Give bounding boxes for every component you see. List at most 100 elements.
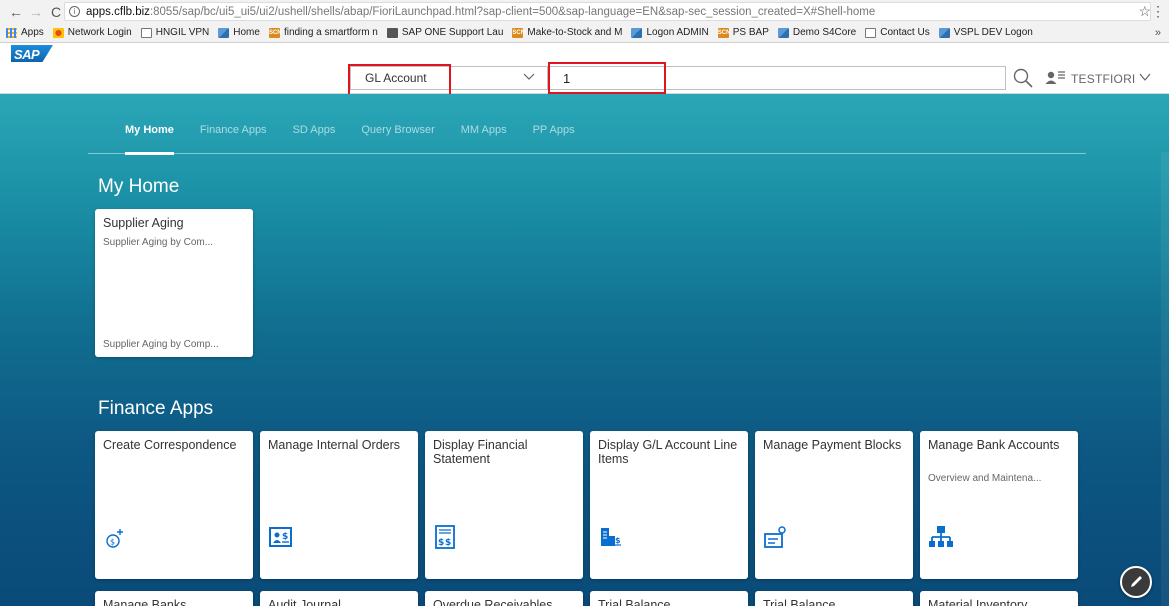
tile-subtitle: Supplier Aging by Com... [103, 237, 214, 248]
scn-icon: SCN [717, 27, 731, 38]
bookmark-star-icon[interactable]: ☆ [1138, 3, 1151, 20]
sap-icon [777, 27, 789, 38]
tile-title: Overdue Receivables [433, 598, 553, 606]
tile-title: Manage Internal Orders [268, 438, 401, 452]
tile-display-financial-statement[interactable]: Display Financial Statement $ $ [425, 431, 583, 579]
user-menu[interactable]: TESTFIORI [1045, 69, 1151, 88]
bookmark-apps[interactable]: Apps [6, 27, 44, 38]
reload-icon[interactable]: C [46, 4, 66, 20]
tile-trial-balance[interactable]: Trial Balance [590, 591, 748, 606]
tile-title: Create Correspondence [103, 438, 237, 452]
internal-order-icon: $ [268, 524, 294, 550]
chevron-down-icon [1139, 72, 1151, 85]
tile-title: Manage Bank Accounts [928, 438, 1060, 452]
payment-block-icon [763, 524, 789, 550]
tile-title: Manage Payment Blocks [763, 438, 902, 452]
svg-text:$: $ [445, 538, 451, 548]
group-title-finance-apps: Finance Apps [98, 398, 214, 419]
scn-icon: SCN [268, 27, 282, 38]
apps-grid-icon [6, 27, 17, 38]
bookmark-network-login[interactable]: Network Login [52, 27, 132, 38]
tile-title: Display G/L Account Line Items [598, 438, 738, 466]
sap-icon [631, 27, 643, 38]
search-icon[interactable] [1012, 67, 1034, 89]
bookmark-sap-one-support[interactable]: SAP ONE Support Lau [386, 27, 503, 38]
address-bar[interactable]: i apps.cflb.biz:8055/sap/bc/ui5_ui5/ui2/… [64, 2, 1151, 21]
bookmark-contact-us[interactable]: Contact Us [865, 27, 930, 38]
bookmark-ps-bap[interactable]: SCN PS BAP [717, 27, 769, 38]
svg-text:$: $ [282, 532, 288, 542]
search-scope-value: GL Account [365, 71, 427, 85]
pencil-icon [1131, 576, 1142, 587]
launchpad: My Home Finance Apps SD Apps Query Brows… [0, 94, 1169, 606]
tile-manage-payment-blocks[interactable]: Manage Payment Blocks [755, 431, 913, 579]
tile-manage-internal-orders[interactable]: Manage Internal Orders $ [260, 431, 418, 579]
page-icon [140, 27, 152, 38]
bookmark-hngil-vpn[interactable]: HNGIL VPN [140, 27, 209, 38]
anchor-tab-bar: My Home Finance Apps SD Apps Query Brows… [88, 118, 1086, 155]
tab-query-browser[interactable]: Query Browser [361, 118, 434, 154]
tab-pp-apps[interactable]: PP Apps [533, 118, 575, 154]
search-scope-select[interactable]: GL Account [350, 66, 548, 90]
svg-text:$: $ [615, 536, 621, 545]
shell-header: GL Account TESTFIORI [0, 62, 1169, 94]
tile-title: Material Inventory [928, 598, 1028, 606]
sap-icon [218, 27, 230, 38]
tile-title: Trial Balance [598, 598, 671, 606]
tile-title: Manage Banks [103, 598, 187, 606]
sap-icon [938, 27, 950, 38]
back-arrow-icon[interactable]: ← [6, 4, 26, 20]
tab-sd-apps[interactable]: SD Apps [293, 118, 336, 154]
browser-menu-icon[interactable]: ⋮ [1151, 3, 1165, 20]
chevron-down-icon [523, 70, 535, 87]
tile-manage-bank-accounts[interactable]: Manage Bank Accounts Overview and Mainte… [920, 431, 1078, 579]
tile-title: Trial Balance [763, 598, 836, 606]
tile-footer: Supplier Aging by Comp... [103, 339, 219, 350]
scn-icon: SCN [512, 27, 526, 38]
bookmark-home[interactable]: Home [218, 27, 260, 38]
forward-arrow-icon[interactable]: → [26, 4, 46, 20]
shell-top-spacer: SAP [0, 43, 1169, 64]
bookmarks-more-icon[interactable]: » [1155, 27, 1161, 39]
tile-supplier-aging[interactable]: Supplier Aging Supplier Aging by Com... … [95, 209, 253, 357]
tile-audit-journal[interactable]: Audit Journal [260, 591, 418, 606]
browser-toolbar: ← → C i apps.cflb.biz:8055/sap/bc/ui5_ui… [0, 0, 1169, 23]
tile-title: Audit Journal [268, 598, 341, 606]
page-icon [865, 27, 877, 38]
tile-create-correspondence[interactable]: Create Correspondence $ [95, 431, 253, 579]
group-title-my-home: My Home [98, 176, 180, 197]
bookmark-make-to-stock[interactable]: SCN Make-to-Stock and M [512, 27, 622, 38]
bookmark-smartform[interactable]: SCN finding a smartform n [268, 27, 378, 38]
bookmarks-bar: Apps Network Login HNGIL VPN Home SCN fin… [0, 23, 1169, 43]
tile-title: Supplier Aging [103, 216, 184, 230]
gl-line-items-icon: $ [598, 524, 624, 550]
search-input[interactable] [548, 66, 1006, 90]
bookmark-vspl-dev-logon[interactable]: VSPL DEV Logon [938, 27, 1033, 38]
tile-title: Display Financial Statement [433, 438, 528, 466]
financial-statement-icon: $ $ [433, 524, 459, 550]
tile-subtitle: Overview and Maintena... [928, 473, 1042, 484]
correspondence-icon: $ [103, 524, 129, 550]
tab-my-home[interactable]: My Home [125, 118, 174, 155]
tile-trial-balance-2[interactable]: Trial Balance [755, 591, 913, 606]
org-hierarchy-icon [928, 524, 954, 550]
tab-mm-apps[interactable]: MM Apps [461, 118, 507, 154]
url-host: apps.cflb.biz [86, 5, 150, 18]
tile-overdue-receivables[interactable]: Overdue Receivables [425, 591, 583, 606]
url-path: :8055/sap/bc/ui5_ui5/ui2/ushell/shells/a… [149, 5, 876, 18]
edit-home-button[interactable] [1120, 566, 1152, 598]
user-icon [1045, 69, 1067, 88]
svg-text:$: $ [110, 538, 115, 547]
tile-manage-banks[interactable]: Manage Banks [95, 591, 253, 606]
network-icon [52, 27, 64, 38]
svg-text:$: $ [438, 538, 444, 548]
info-icon[interactable]: i [69, 6, 80, 17]
ibm-icon [386, 27, 398, 38]
scrollbar[interactable] [1161, 152, 1169, 606]
tile-display-gl-line-items[interactable]: Display G/L Account Line Items $ [590, 431, 748, 579]
bookmark-logon-admin[interactable]: Logon ADMIN [631, 27, 709, 38]
user-name: TESTFIORI [1071, 71, 1136, 86]
bookmark-demo-s4core[interactable]: Demo S4Core [777, 27, 856, 38]
tab-finance-apps[interactable]: Finance Apps [200, 118, 267, 154]
tile-material-inventory[interactable]: Material Inventory [920, 591, 1078, 606]
